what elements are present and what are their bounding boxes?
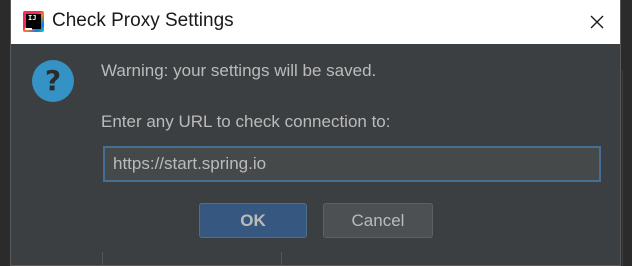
url-input[interactable]: [103, 146, 601, 182]
url-prompt-label: Enter any URL to check connection to:: [101, 112, 391, 131]
check-proxy-dialog: IJ Check Proxy Settings ? Warning: your …: [10, 0, 621, 266]
cancel-button[interactable]: Cancel: [323, 203, 433, 238]
warning-text: Warning: your settings will be saved.: [101, 61, 377, 80]
svg-text:?: ?: [45, 64, 61, 97]
close-button[interactable]: [584, 9, 610, 35]
close-icon: [590, 15, 604, 29]
background-panel-edge: [102, 252, 282, 266]
ok-button[interactable]: OK: [199, 203, 307, 238]
background-scrollbar: [622, 70, 632, 266]
intellij-idea-icon: IJ: [23, 11, 44, 32]
dialog-title: Check Proxy Settings: [52, 10, 234, 31]
dialog-titlebar: IJ Check Proxy Settings: [11, 0, 620, 44]
app-icon-label: IJ: [26, 14, 41, 29]
question-icon: ?: [32, 60, 74, 102]
